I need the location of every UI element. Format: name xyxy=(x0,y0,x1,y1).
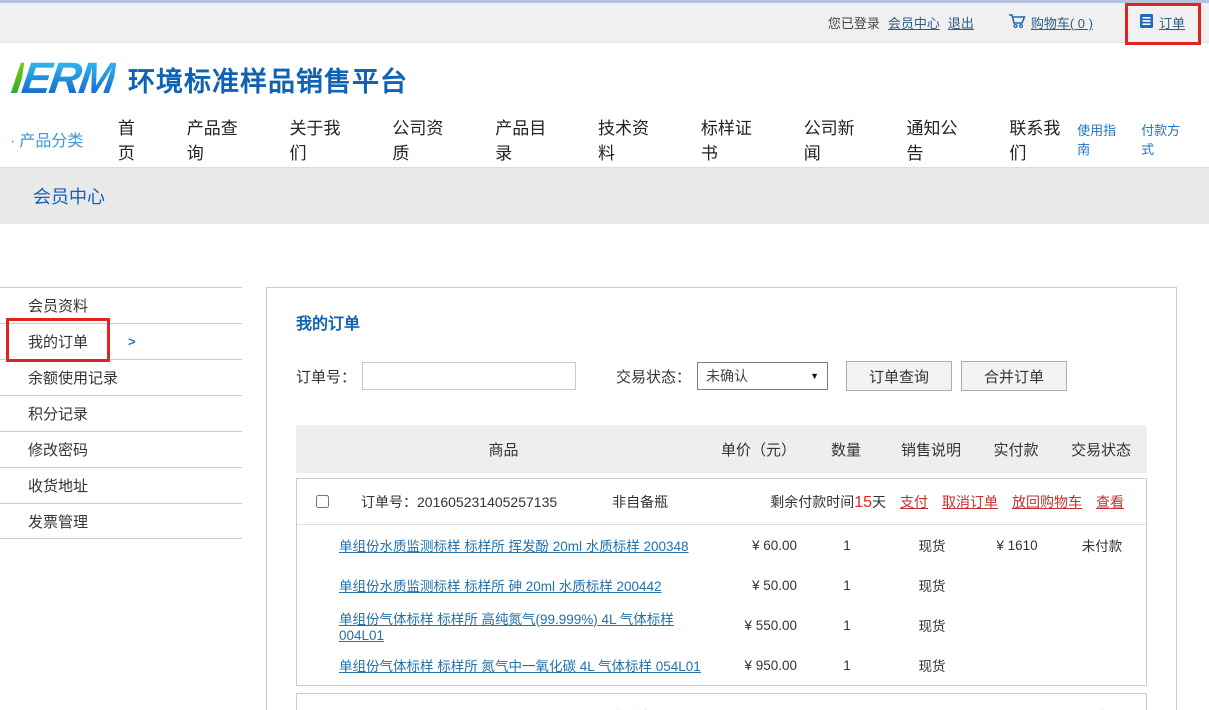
order-item-row: 单组份水质监测标样 标样所 挥发酚 20ml 水质标样 200348 ¥ 60.… xyxy=(297,525,1146,565)
login-status: 您已登录 xyxy=(828,13,880,32)
order-block: 订单号：201605231405257135 非自备瓶 剩余付款时间15天 支付… xyxy=(296,478,1147,686)
site-header: IERM 环境标准样品销售平台 xyxy=(0,43,1209,115)
chevron-right-icon: > xyxy=(128,334,136,349)
item-price: ¥ 50.00 xyxy=(712,578,807,593)
item-quantity: 1 xyxy=(807,618,887,633)
nav-item-product-catalog[interactable]: 产品目录 xyxy=(495,114,563,164)
main-panel: 我的订单 订单号： 交易状态： 未确认 ▼ 订单查询 合并订单 商品 单价（元）… xyxy=(266,287,1177,710)
nav-item-certificates[interactable]: 标样证书 xyxy=(701,114,769,164)
merge-orders-button[interactable]: 合并订单 xyxy=(961,361,1067,391)
cart-icon xyxy=(1008,13,1026,32)
site-logo: IERM xyxy=(9,57,117,101)
col-sale-note: 销售说明 xyxy=(886,439,976,460)
order-item-row: 单组份气体标样 标样所 氮气中一氧化碳 4L 气体标样 054L01 ¥ 950… xyxy=(297,645,1146,685)
item-trade-status: 未付款 xyxy=(1057,535,1147,555)
product-link[interactable]: 单组份气体标样 标样所 高纯氮气(99.999%) 4L 气体标样 004L01 xyxy=(339,612,674,643)
order-header-row: 订单号：201605171217098691 非自备瓶 查看 xyxy=(297,694,1146,710)
nav-product-category[interactable]: ·产品分类 xyxy=(0,127,118,151)
product-link[interactable]: 单组份水质监测标样 标样所 砷 20ml 水质标样 200442 xyxy=(339,579,662,594)
item-sale-note: 现货 xyxy=(887,575,977,595)
product-link[interactable]: 单组份水质监测标样 标样所 挥发酚 20ml 水质标样 200348 xyxy=(339,539,689,554)
col-unit-price: 单价（元） xyxy=(711,439,806,460)
content-area: 会员资料 我的订单 > 余额使用记录 积分记录 修改密码 收货地址 发票管理 我… xyxy=(0,287,1209,710)
trade-status-label: 交易状态： xyxy=(616,366,691,387)
item-price: ¥ 950.00 xyxy=(712,658,807,673)
nav-item-technical-data[interactable]: 技术资料 xyxy=(598,114,666,164)
nav-item-announcements[interactable]: 通知公告 xyxy=(907,114,975,164)
col-paid-amount: 实付款 xyxy=(976,439,1056,460)
item-price: ¥ 550.00 xyxy=(712,618,807,633)
order-search-button[interactable]: 订单查询 xyxy=(846,361,952,391)
payment-method-link[interactable]: 付款方式 xyxy=(1141,120,1193,158)
site-title: 环境标准样品销售平台 xyxy=(128,60,408,99)
nav-items: 首页 产品查询 关于我们 公司资质 产品目录 技术资料 标样证书 公司新闻 通知… xyxy=(118,114,1077,164)
member-center-link[interactable]: 会员中心 xyxy=(888,13,940,32)
item-quantity: 1 xyxy=(807,578,887,593)
nav-right-links: 使用指南 付款方式 xyxy=(1077,120,1193,158)
item-sale-note: 现货 xyxy=(887,535,977,555)
breadcrumb-bar: 会员中心 xyxy=(0,167,1209,224)
logout-link[interactable]: 退出 xyxy=(948,13,974,32)
order-no-input[interactable] xyxy=(362,362,576,390)
page-title: 我的订单 xyxy=(296,310,1147,334)
sidebar: 会员资料 我的订单 > 余额使用记录 积分记录 修改密码 收货地址 发票管理 xyxy=(0,287,242,539)
bullet-icon: · xyxy=(10,133,15,150)
sidebar-item-change-password[interactable]: 修改密码 xyxy=(0,431,242,467)
order-number: 订单号：201605231405257135 xyxy=(361,492,557,512)
cart-group: 购物车( 0 ) xyxy=(1008,13,1093,32)
nav-item-company-news[interactable]: 公司新闻 xyxy=(804,114,872,164)
col-trade-status: 交易状态 xyxy=(1056,439,1146,460)
sidebar-item-balance-records[interactable]: 余额使用记录 xyxy=(0,359,242,395)
sidebar-item-my-orders[interactable]: 我的订单 > xyxy=(0,323,242,359)
order-item-row: 单组份水质监测标样 标样所 砷 20ml 水质标样 200442 ¥ 50.00… xyxy=(297,565,1146,605)
trade-status-select[interactable]: 未确认 ▼ xyxy=(697,362,828,390)
chevron-down-icon: ▼ xyxy=(810,371,819,381)
remaining-payment-time: 剩余付款时间15天 xyxy=(770,492,886,512)
view-link[interactable]: 查看 xyxy=(1096,492,1124,512)
item-quantity: 1 xyxy=(807,658,887,673)
order-block: 订单号：201605171217098691 非自备瓶 查看 xyxy=(296,693,1147,710)
order-icon xyxy=(1139,13,1154,32)
sidebar-item-invoice-management[interactable]: 发票管理 xyxy=(0,503,242,539)
orders-group: 订单 xyxy=(1133,13,1191,32)
order-no-label: 订单号： xyxy=(296,366,356,387)
user-guide-link[interactable]: 使用指南 xyxy=(1077,120,1129,158)
nav-item-company-qualification[interactable]: 公司资质 xyxy=(392,114,460,164)
pay-link[interactable]: 支付 xyxy=(900,492,928,512)
item-quantity: 1 xyxy=(807,538,887,553)
nav-item-home[interactable]: 首页 xyxy=(118,114,152,164)
orders-table-header: 商品 单价（元） 数量 销售说明 实付款 交易状态 xyxy=(296,425,1147,473)
nav-item-about-us[interactable]: 关于我们 xyxy=(290,114,358,164)
item-paid-amount: ¥ 1610 xyxy=(977,538,1057,553)
order-filter-form: 订单号： 交易状态： 未确认 ▼ 订单查询 合并订单 xyxy=(296,361,1147,391)
nav-item-product-search[interactable]: 产品查询 xyxy=(187,114,255,164)
sidebar-item-member-profile[interactable]: 会员资料 xyxy=(0,287,242,323)
nav-item-contact-us[interactable]: 联系我们 xyxy=(1009,114,1077,164)
order-header-row: 订单号：201605231405257135 非自备瓶 剩余付款时间15天 支付… xyxy=(297,479,1146,525)
breadcrumb-title: 会员中心 xyxy=(33,183,105,209)
sidebar-item-points-records[interactable]: 积分记录 xyxy=(0,395,242,431)
logo-letters-erm: ERM xyxy=(19,54,118,103)
topbar: 您已登录 会员中心 退出 购物车( 0 ) 订单 xyxy=(0,0,1209,43)
item-sale-note: 现货 xyxy=(887,615,977,635)
item-sale-note: 现货 xyxy=(887,655,977,675)
sidebar-item-shipping-address[interactable]: 收货地址 xyxy=(0,467,242,503)
cancel-order-link[interactable]: 取消订单 xyxy=(942,492,998,512)
orders-link[interactable]: 订单 xyxy=(1159,13,1185,32)
order-item-row: 单组份气体标样 标样所 高纯氮气(99.999%) 4L 气体标样 004L01… xyxy=(297,605,1146,645)
col-quantity: 数量 xyxy=(806,439,886,460)
bottle-type: 非自备瓶 xyxy=(612,492,668,512)
main-nav: ·产品分类 首页 产品查询 关于我们 公司资质 产品目录 技术资料 标样证书 公… xyxy=(0,115,1209,162)
item-price: ¥ 60.00 xyxy=(712,538,807,553)
product-link[interactable]: 单组份气体标样 标样所 氮气中一氧化碳 4L 气体标样 054L01 xyxy=(339,659,701,674)
cart-link[interactable]: 购物车( 0 ) xyxy=(1031,13,1093,32)
col-product: 商品 xyxy=(296,439,711,460)
return-to-cart-link[interactable]: 放回购物车 xyxy=(1012,492,1082,512)
order-checkbox[interactable] xyxy=(316,495,329,508)
